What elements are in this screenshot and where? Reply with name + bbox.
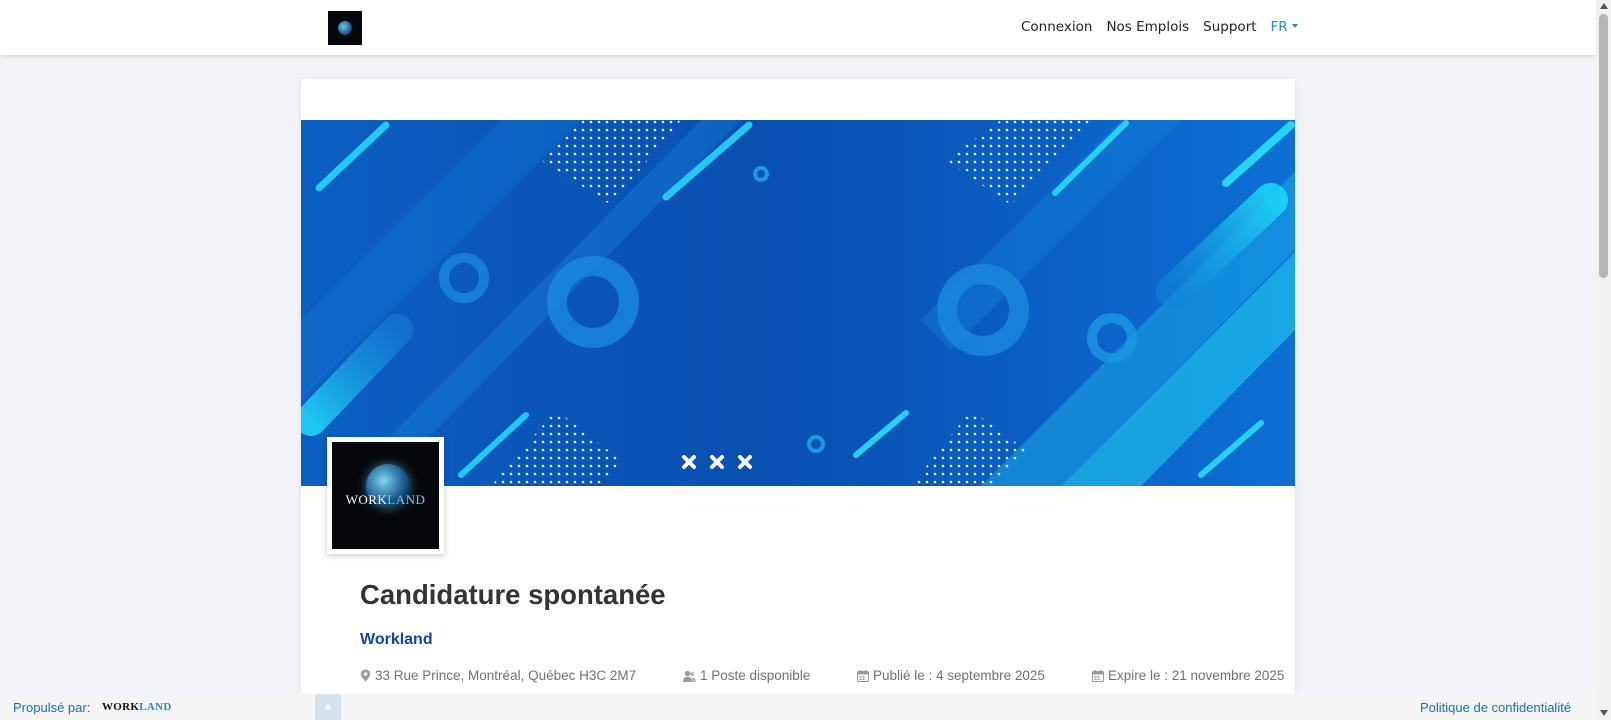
job-address: 33 Rue Prince, Montréal, Québec H3C 2M7 [360, 668, 636, 683]
job-card: WORKLAND Candidature spontanée Workland … [301, 79, 1295, 720]
users-icon [683, 670, 696, 682]
top-navbar: Connexion Nos Emplois Support FR [0, 0, 1596, 55]
job-published-date: Publié le : 4 septembre 2025 [857, 668, 1045, 683]
positions-text: 1 Poste disponible [700, 668, 811, 683]
job-positions: 1 Poste disponible [683, 668, 810, 683]
chevron-down-icon [1291, 24, 1298, 28]
job-title: Candidature spontanée [360, 579, 666, 610]
privacy-policy-link[interactable]: Politique de confidentialité [1420, 700, 1571, 715]
company-logo: WORKLAND [327, 437, 444, 554]
language-dropdown[interactable]: FR [1271, 19, 1298, 35]
powered-by-label: Propulsé par: [13, 700, 91, 715]
arrow-up-icon [324, 703, 332, 709]
company-logo-text: WORKLAND [332, 492, 439, 508]
nav-jobs-link[interactable]: Nos Emplois [1106, 19, 1189, 35]
map-pin-icon [360, 669, 371, 682]
logo-text-part1: WORK [345, 492, 388, 507]
language-label: FR [1270, 19, 1288, 35]
footer-brand-logo[interactable]: WORKLAND [102, 701, 172, 713]
address-text: 33 Rue Prince, Montréal, Québec H3C 2M7 [375, 668, 637, 683]
page-scrollbar[interactable] [1596, 0, 1611, 720]
calendar-icon [857, 669, 869, 682]
company-name-link[interactable]: Workland [360, 631, 433, 649]
scroll-thumb[interactable] [1599, 14, 1608, 278]
footer-brand-part2: LAND [139, 701, 172, 713]
banner-graphic [301, 120, 1295, 486]
scroll-down-arrow-icon[interactable] [1600, 710, 1608, 716]
nav-links: Connexion Nos Emplois Support FR [1021, 19, 1298, 35]
site-logo[interactable] [328, 11, 362, 45]
nav-login-link[interactable]: Connexion [1021, 19, 1092, 35]
cover-banner [301, 120, 1295, 486]
calendar-icon [1092, 669, 1104, 682]
scroll-to-top-button[interactable] [315, 694, 341, 720]
footer-brand-part1: WORK [102, 701, 140, 713]
globe-icon [338, 21, 352, 35]
nav-support-link[interactable]: Support [1203, 19, 1256, 35]
job-expiry-date: Expire le : 21 novembre 2025 [1092, 668, 1284, 683]
scroll-up-arrow-icon[interactable] [1600, 3, 1608, 9]
footer-bar: Propulsé par: WORKLAND Politique de conf… [0, 694, 1596, 720]
logo-text-part2: LAND [387, 492, 426, 507]
published-text: Publié le : 4 septembre 2025 [873, 668, 1045, 683]
company-logo-image: WORKLAND [332, 442, 439, 549]
expiry-text: Expire le : 21 novembre 2025 [1108, 668, 1285, 683]
